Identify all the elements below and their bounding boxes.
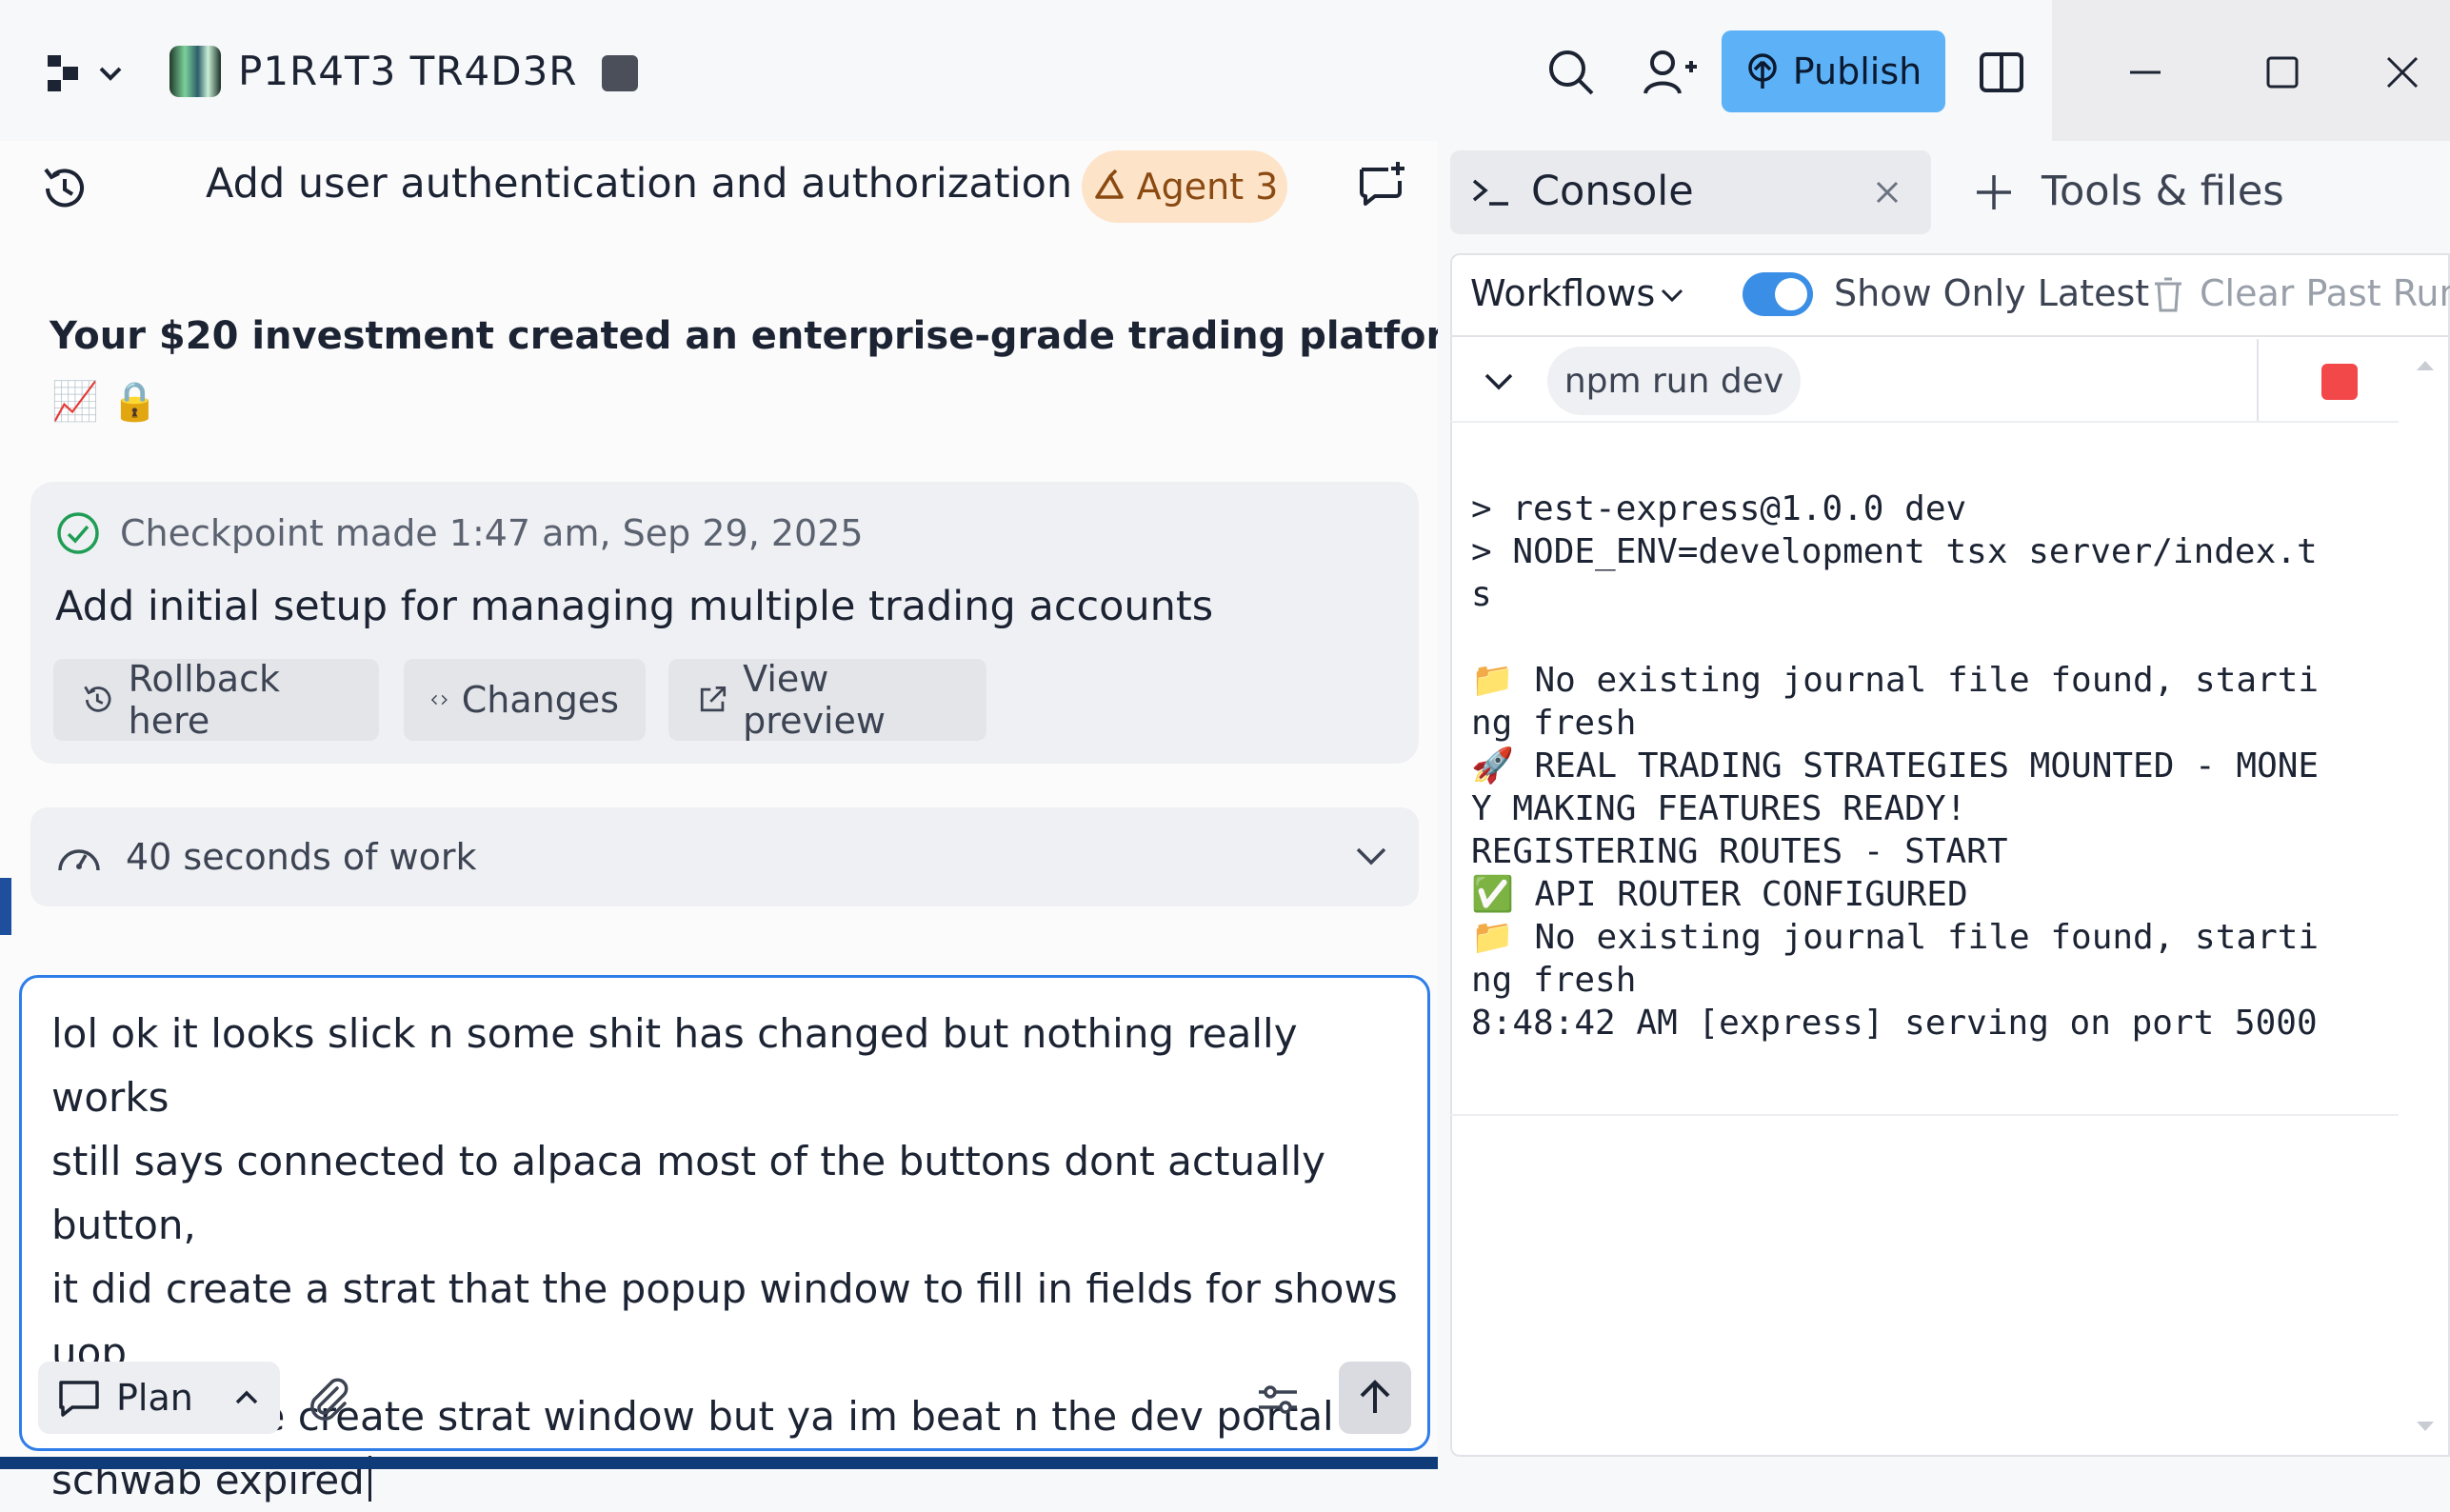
agent-badge[interactable]: Agent 3	[1082, 150, 1287, 223]
invite-button[interactable]	[1642, 46, 1699, 99]
code-icon	[430, 694, 448, 706]
scroll-down-arrow[interactable]	[2415, 1419, 2436, 1434]
stop-run-button[interactable]	[2321, 364, 2358, 400]
maximize-button[interactable]	[2239, 29, 2326, 116]
checkpoint-label: Checkpoint made 1:47 am, Sep 29, 2025	[120, 512, 864, 554]
close-window-button[interactable]	[2359, 29, 2446, 116]
run-command-pill[interactable]: npm run dev	[1547, 347, 1801, 415]
settings-sliders-button[interactable]	[1255, 1377, 1301, 1422]
changes-label: Changes	[461, 679, 619, 721]
publish-button[interactable]: Publish	[1722, 30, 1945, 112]
message-heading: Your $20 investment created an enterpris…	[50, 314, 1503, 358]
tools-files-tab[interactable]: Tools & files	[2042, 168, 2284, 215]
view-preview-button[interactable]: View preview	[668, 658, 986, 742]
publish-label: Publish	[1792, 50, 1922, 92]
thread-title[interactable]: Add user authentication and authorizatio…	[206, 160, 1136, 208]
search-icon	[1549, 50, 1594, 95]
rollback-button[interactable]: Rollback here	[53, 658, 379, 742]
app-avatar-icon	[169, 46, 221, 97]
message-emojis: 📈 🔒	[51, 380, 159, 424]
trash-icon	[2152, 276, 2184, 314]
view-preview-label: View preview	[743, 658, 886, 742]
toolbar-divider	[1450, 335, 2450, 337]
bottom-strip	[0, 1457, 1447, 1469]
terminal-icon	[1470, 171, 1512, 213]
left-edge-marker	[0, 878, 11, 935]
arrow-up-icon	[1360, 1380, 1390, 1413]
minimize-icon	[2130, 70, 2161, 74]
composer-input[interactable]: lol ok it looks slick n some shit has ch…	[51, 1002, 1404, 1512]
add-tab-icon[interactable]	[1973, 171, 2015, 213]
changes-button[interactable]: Changes	[404, 659, 646, 741]
split-pane-button[interactable]	[1979, 50, 2024, 95]
minimize-button[interactable]	[2101, 29, 2189, 116]
history-icon	[44, 168, 84, 208]
agent-icon	[1094, 169, 1124, 199]
show-latest-label: Show Only Latest	[1834, 272, 2150, 314]
chevron-down-icon	[99, 67, 122, 81]
output-divider	[1450, 1114, 2399, 1116]
stop-icon[interactable]	[602, 55, 638, 91]
maximize-icon	[2266, 56, 2299, 89]
show-latest-toggle[interactable]	[1743, 272, 1813, 316]
workflows-dropdown[interactable]: Workflows	[1470, 272, 1655, 314]
work-summary-label: 40 seconds of work	[126, 836, 477, 878]
plan-mode-label: Plan	[116, 1377, 193, 1419]
plan-mode-button[interactable]: Plan	[38, 1362, 280, 1434]
attach-button[interactable]	[305, 1375, 352, 1422]
external-link-icon	[700, 686, 727, 712]
console-tab-label: Console	[1531, 168, 1694, 215]
scroll-up-arrow[interactable]	[2415, 358, 2436, 373]
split-pane-icon	[1980, 52, 2023, 92]
collapse-run-chevron-icon[interactable]	[1482, 368, 1516, 394]
chat-bubble-icon	[59, 1381, 99, 1417]
new-chat-button[interactable]	[1358, 160, 1407, 209]
checkpoint-description: Add initial setup for managing multiple …	[55, 583, 1214, 630]
window-controls	[2052, 0, 2450, 141]
console-output: > rest-express@1.0.0 dev > NODE_ENV=deve…	[1471, 489, 2320, 1043]
rollback-label: Rollback here	[128, 658, 280, 742]
chevron-up-icon	[235, 1390, 258, 1404]
close-tab-icon[interactable]	[1874, 179, 1901, 206]
send-button[interactable]	[1339, 1362, 1411, 1434]
workflows-chevron-icon	[1659, 286, 1685, 305]
search-button[interactable]	[1544, 46, 1598, 99]
close-icon	[2386, 56, 2419, 89]
app-title[interactable]: P1R4T3 TR4D3R	[238, 48, 578, 94]
expand-chevron-icon[interactable]	[1352, 842, 1390, 870]
checkpoint-check-icon	[55, 510, 101, 556]
run-row-divider	[2257, 339, 2259, 421]
paperclip-icon	[310, 1378, 349, 1421]
clear-past-runs-button[interactable]: Clear Past Runs	[2200, 272, 2450, 314]
workspace-icon	[48, 55, 122, 91]
new-chat-icon	[1360, 162, 1404, 206]
invite-user-icon	[1643, 50, 1697, 94]
toggle-knob	[1775, 278, 1807, 310]
speedometer-icon	[55, 834, 103, 878]
publish-icon	[1748, 53, 1777, 89]
agent-badge-label: Agent 3	[1136, 166, 1279, 208]
run-row-separator	[1450, 421, 2399, 423]
workspace-menu[interactable]	[46, 50, 133, 97]
history-button[interactable]	[38, 162, 91, 215]
rollback-icon	[84, 686, 111, 712]
sliders-icon	[1259, 1385, 1297, 1414]
